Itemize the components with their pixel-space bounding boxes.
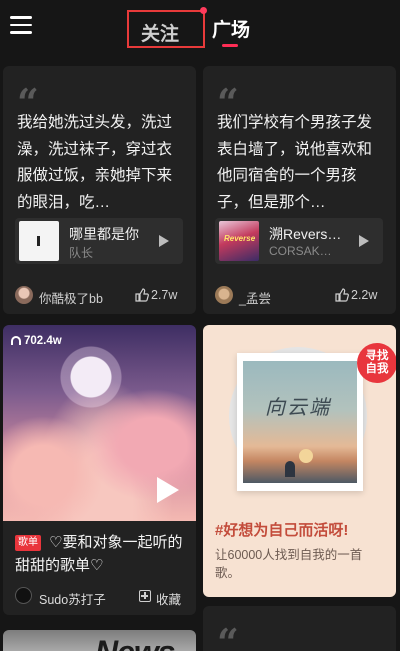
- card-footer: 你酷极了bb 2.7w: [15, 284, 183, 306]
- post-text: 我给她洗过头发，洗过澡，洗过袜子，穿过衣服做过饭，亲她掉下来的眼泪，吃…: [17, 114, 173, 211]
- notification-dot: [200, 7, 207, 14]
- song-artist: 队长: [69, 246, 94, 260]
- card-footer: _孟尝 2.2w: [215, 284, 383, 306]
- play-count-value: 702.4w: [24, 335, 62, 347]
- menu-icon[interactable]: [10, 16, 32, 34]
- post-text: 我们学校有个男孩子发表白墙了，说他喜欢和他同宿舍的一个男孩子，但是那个…: [217, 114, 373, 211]
- headphones-icon: [11, 336, 21, 345]
- avatar[interactable]: [15, 587, 32, 604]
- play-icon[interactable]: [157, 477, 179, 503]
- album-cover: [19, 221, 59, 261]
- news-cover: News: [3, 630, 196, 651]
- top-header: 关注 广场: [0, 0, 400, 60]
- topic-cover: 向云端: [237, 353, 363, 491]
- avatar[interactable]: [215, 286, 233, 304]
- song-artist: CORSAK…: [269, 244, 332, 258]
- quote-icon: “: [217, 620, 239, 651]
- person-silhouette: [285, 461, 295, 477]
- topic-description: 让60000人找到自我的一首歌。: [215, 548, 363, 580]
- topic-title: #好想为自己而活呀!: [215, 522, 349, 539]
- play-count: 702.4w: [11, 335, 62, 347]
- like-count: 2.2w: [351, 288, 378, 302]
- author-name[interactable]: 你酷极了bb: [39, 288, 103, 307]
- like-count: 2.7w: [151, 288, 178, 302]
- partial-card[interactable]: “: [203, 606, 396, 651]
- playlist-card[interactable]: 702.4w ♡要和对象一起听的甜甜的歌单♡ 歌单 Sudo苏打子 收藏: [3, 325, 196, 615]
- favorite-label[interactable]: 收藏: [156, 589, 181, 608]
- play-icon[interactable]: [359, 235, 369, 247]
- cover-script: 向云端: [265, 395, 331, 419]
- author-name[interactable]: Sudo苏打子: [39, 589, 106, 608]
- play-icon[interactable]: [159, 235, 169, 247]
- topic-badge: 寻找自我: [357, 343, 396, 383]
- album-cover: Reverse: [219, 221, 259, 261]
- song-row[interactable]: Reverse 溯Revers… CORSAK…: [215, 218, 383, 264]
- tab-square[interactable]: 广场: [212, 15, 251, 47]
- thumbs-up-icon[interactable]: [335, 288, 349, 302]
- news-cover-text: News: [95, 634, 176, 651]
- thumbs-up-icon[interactable]: [135, 288, 149, 302]
- active-tab-indicator: [222, 44, 238, 47]
- playlist-tag: 歌单: [15, 535, 41, 551]
- author-name[interactable]: _孟尝: [239, 288, 271, 307]
- tab-follow[interactable]: 关注: [127, 7, 207, 48]
- song-row[interactable]: 哪里都是你 队长: [15, 218, 183, 264]
- avatar[interactable]: [15, 286, 33, 304]
- song-title: 哪里都是你: [69, 226, 139, 242]
- post-card[interactable]: “ 我给她洗过头发，洗过澡，洗过袜子，穿过衣服做过饭，亲她掉下来的眼泪，吃… 哪…: [3, 66, 196, 314]
- album-cover-text: Reverse: [224, 234, 256, 243]
- song-title: 溯Revers…: [269, 226, 342, 242]
- partial-card[interactable]: News: [3, 630, 196, 651]
- sun-shape: [299, 449, 313, 463]
- add-favorite-icon[interactable]: [139, 590, 151, 602]
- post-card[interactable]: “ 我们学校有个男孩子发表白墙了，说他喜欢和他同宿舍的一个男孩子，但是那个… R…: [203, 66, 396, 314]
- topic-card[interactable]: 向云端 寻找自我 #好想为自己而活呀! 让60000人找到自我的一首歌。: [203, 325, 396, 597]
- tab-follow-label: 关注: [141, 24, 180, 45]
- tab-square-label: 广场: [212, 20, 251, 41]
